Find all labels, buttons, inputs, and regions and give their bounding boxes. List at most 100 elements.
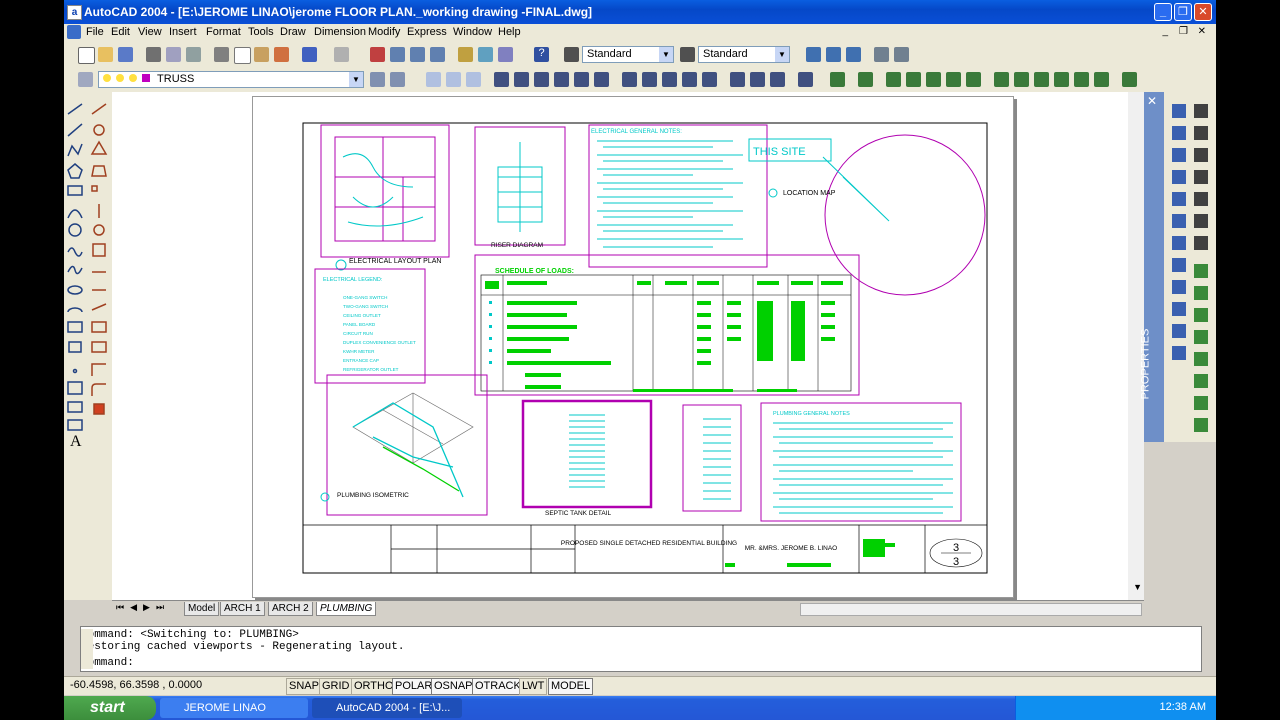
toolbar-icon[interactable]: [1172, 170, 1186, 184]
toolbar-icon[interactable]: [1194, 104, 1208, 118]
redo-icon[interactable]: [334, 47, 349, 62]
view-icon[interactable]: [750, 72, 765, 87]
rectangle-icon[interactable]: [67, 185, 83, 196]
grid-toggle[interactable]: GRID: [319, 678, 353, 695]
offset-icon[interactable]: [91, 165, 107, 177]
design-center-icon[interactable]: [478, 47, 493, 62]
scale-icon[interactable]: [92, 243, 106, 257]
render-icon[interactable]: [1054, 72, 1069, 87]
view-icon[interactable]: [682, 72, 697, 87]
dim-style-select[interactable]: Standard ▼: [698, 46, 790, 63]
point-icon[interactable]: [72, 368, 78, 374]
command-window[interactable]: Command: <Switching to: PLUMBING> Restor…: [80, 626, 1202, 672]
zoom-realtime-icon[interactable]: [390, 47, 405, 62]
toolbar-icon[interactable]: [846, 47, 861, 62]
osnap-toggle[interactable]: OSNAP: [431, 678, 476, 695]
make-current-layer-icon[interactable]: [370, 72, 385, 87]
otrack-toggle[interactable]: OTRACK: [472, 678, 524, 695]
document-icon[interactable]: [67, 25, 81, 39]
toolbar-icon[interactable]: [894, 47, 909, 62]
render-icon[interactable]: [830, 72, 845, 87]
toolbar-icon[interactable]: [1194, 214, 1208, 228]
pan-icon[interactable]: [370, 47, 385, 62]
toolbar-icon[interactable]: [874, 47, 889, 62]
view-icon[interactable]: [594, 72, 609, 87]
circle-icon[interactable]: [68, 223, 82, 237]
save-icon[interactable]: [118, 47, 133, 62]
explode-icon[interactable]: [93, 403, 105, 415]
toolbar-icon[interactable]: [1194, 396, 1208, 410]
properties-palette[interactable]: ✕ PROPERTIES: [1139, 92, 1164, 442]
menu-view[interactable]: View: [138, 26, 162, 38]
hatch-icon[interactable]: [67, 381, 83, 395]
menu-help[interactable]: Help: [498, 26, 521, 38]
undo-icon[interactable]: [302, 47, 317, 62]
close-icon[interactable]: ✕: [1147, 94, 1157, 108]
region-icon[interactable]: [67, 401, 83, 413]
model-toggle[interactable]: MODEL: [548, 678, 594, 695]
toolbar-icon[interactable]: [1172, 258, 1186, 272]
render-icon[interactable]: [1094, 72, 1109, 87]
layer-manager-icon[interactable]: [78, 72, 93, 87]
table-icon[interactable]: [67, 419, 83, 431]
construction-line-icon[interactable]: [67, 123, 83, 137]
toolbar-icon[interactable]: [1172, 236, 1186, 250]
snap-toggle[interactable]: SNAP: [286, 678, 322, 695]
match-properties-icon[interactable]: [274, 47, 289, 62]
paste-icon[interactable]: [254, 47, 269, 62]
zoom-window-icon[interactable]: [410, 47, 425, 62]
render-icon[interactable]: [1074, 72, 1089, 87]
autocad-app-icon[interactable]: a: [67, 5, 82, 20]
toolbar-icon[interactable]: [1172, 302, 1186, 316]
menu-edit[interactable]: Edit: [111, 26, 130, 38]
spline-icon[interactable]: [67, 265, 83, 275]
maximize-button[interactable]: ❐: [1174, 3, 1192, 21]
array-icon[interactable]: [91, 185, 98, 192]
tab-arch-1[interactable]: ARCH 1: [220, 602, 265, 616]
render-icon[interactable]: [1122, 72, 1137, 87]
doc-close-button[interactable]: ✕: [1198, 26, 1206, 37]
render-icon[interactable]: [946, 72, 961, 87]
text-style-select[interactable]: Standard ▼: [582, 46, 674, 63]
toolbar-icon[interactable]: [806, 47, 821, 62]
break-icon[interactable]: [91, 321, 107, 333]
view-icon[interactable]: [798, 72, 813, 87]
menu-dimension[interactable]: Dimension: [314, 26, 366, 38]
toolbar-icon[interactable]: [1194, 330, 1208, 344]
view-icon[interactable]: [702, 72, 717, 87]
menu-file[interactable]: File: [86, 26, 104, 38]
view-icon[interactable]: [642, 72, 657, 87]
insert-block-icon[interactable]: [67, 321, 83, 333]
tab-model[interactable]: Model: [184, 602, 220, 616]
horizontal-scrollbar[interactable]: [800, 603, 1142, 616]
toolbar-icon[interactable]: [1172, 346, 1186, 360]
toolbar-icon[interactable]: [1194, 374, 1208, 388]
doc-restore-button[interactable]: ❐: [1179, 26, 1188, 37]
doc-minimize-button[interactable]: _: [1162, 26, 1168, 37]
render-icon[interactable]: [994, 72, 1009, 87]
toolbar-icon[interactable]: [1172, 214, 1186, 228]
line-tool-icon[interactable]: [67, 103, 83, 115]
ellipse-icon[interactable]: [67, 285, 83, 295]
mtext-icon[interactable]: A: [70, 433, 82, 450]
help-icon[interactable]: ?: [534, 47, 549, 62]
open-icon[interactable]: [98, 47, 113, 62]
copy-object-icon[interactable]: [93, 124, 105, 136]
erase-icon[interactable]: [91, 103, 107, 115]
view-icon[interactable]: [534, 72, 549, 87]
zoom-previous-icon[interactable]: [430, 47, 445, 62]
copy-icon[interactable]: [234, 47, 251, 64]
toolbar-icon[interactable]: [1194, 286, 1208, 300]
render-icon[interactable]: [886, 72, 901, 87]
tab-plumbing[interactable]: PLUMBING: [316, 602, 377, 616]
toolbar-icon[interactable]: [1194, 148, 1208, 162]
close-button[interactable]: ✕: [1194, 3, 1212, 21]
publish-icon[interactable]: [186, 47, 201, 62]
toolbar-icon[interactable]: [1172, 126, 1186, 140]
toolbar-icon[interactable]: [1172, 280, 1186, 294]
tab-scroll-arrows[interactable]: ⏮◀▶⏭: [116, 602, 170, 613]
join-icon[interactable]: [91, 341, 107, 353]
toolbar-icon[interactable]: [1194, 418, 1208, 432]
menu-insert[interactable]: Insert: [169, 26, 197, 38]
revcloud-icon[interactable]: [67, 247, 83, 257]
